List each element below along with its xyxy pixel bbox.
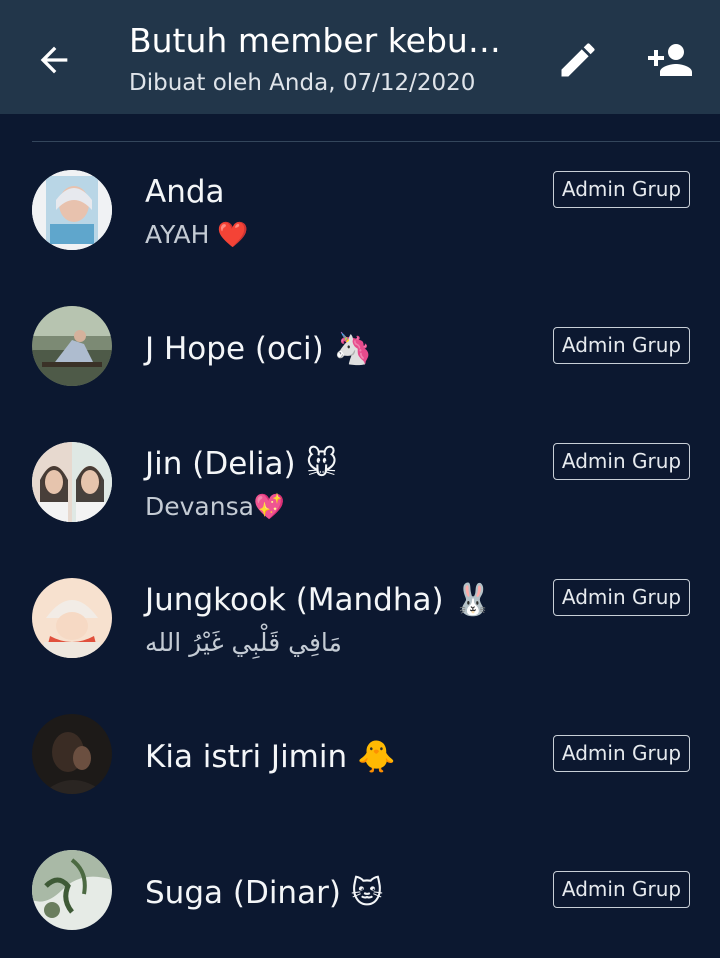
member-name: Anda	[145, 174, 225, 210]
add-member-button[interactable]	[636, 28, 704, 92]
member-row[interactable]: Kia istri Jimin 🐥 Admin Grup	[0, 686, 720, 822]
avatar-photo	[32, 850, 112, 930]
avatar-photo	[32, 442, 112, 522]
avatar-photo	[32, 714, 112, 794]
admin-badge: Admin Grup	[553, 171, 690, 208]
arrow-back-icon	[40, 46, 68, 74]
member-name: Kia istri Jimin 🐥	[145, 739, 396, 775]
member-row[interactable]: Jin (Delia) 🐭 Devansa💖 Admin Grup	[0, 414, 720, 550]
group-created-subtitle: Dibuat oleh Anda, 07/12/2020	[129, 70, 476, 96]
member-row[interactable]: Anda AYAH ❤️ Admin Grup	[0, 142, 720, 278]
pencil-icon	[561, 43, 595, 77]
member-status: Devansa💖	[145, 492, 286, 521]
avatar	[32, 442, 112, 522]
edit-group-button[interactable]	[546, 28, 610, 92]
group-info-header[interactable]: Butuh member kebu… Dibuat oleh Anda, 07/…	[129, 18, 529, 100]
avatar-photo	[32, 306, 112, 386]
member-row[interactable]: Jungkook (Mandha) 🐰 مَافِي قَلْبِي غَيْر…	[0, 550, 720, 686]
member-status: مَافِي قَلْبِي غَيْرُ الله	[145, 628, 342, 657]
avatar	[32, 170, 112, 250]
member-name: Jungkook (Mandha) 🐰	[145, 582, 493, 618]
avatar	[32, 306, 112, 386]
avatar-photo	[32, 578, 112, 658]
member-name: Jin (Delia) 🐭	[145, 446, 338, 482]
admin-badge: Admin Grup	[553, 327, 690, 364]
person-add-icon	[648, 44, 692, 76]
avatar	[32, 578, 112, 658]
admin-badge: Admin Grup	[553, 871, 690, 908]
admin-badge: Admin Grup	[553, 443, 690, 480]
member-name: Suga (Dinar) 🐱	[145, 875, 384, 911]
admin-badge: Admin Grup	[553, 735, 690, 772]
avatar-photo	[32, 170, 112, 250]
app-bar: Butuh member kebu… Dibuat oleh Anda, 07/…	[0, 0, 720, 114]
member-row[interactable]: J Hope (oci) 🦄 Admin Grup	[0, 278, 720, 414]
group-title: Butuh member kebu…	[129, 21, 501, 60]
admin-badge: Admin Grup	[553, 579, 690, 616]
member-row[interactable]: Suga (Dinar) 🐱 Admin Grup	[0, 822, 720, 958]
member-name: J Hope (oci) 🦄	[145, 331, 373, 367]
back-button[interactable]	[22, 28, 86, 92]
avatar	[32, 850, 112, 930]
avatar	[32, 714, 112, 794]
member-status: AYAH ❤️	[145, 220, 249, 249]
